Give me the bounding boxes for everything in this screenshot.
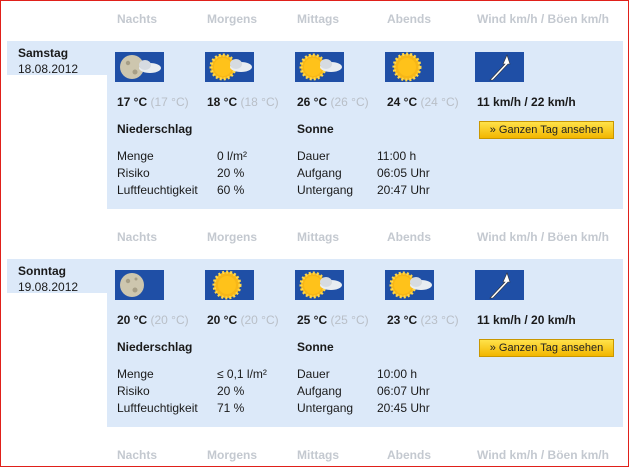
temp-mittags: 25 °C (25 °C): [297, 313, 369, 327]
sun-cloud-icon: [295, 52, 344, 82]
header-wind: Wind km/h / Böen km/h: [477, 448, 609, 462]
full-day-button[interactable]: » Ganzen Tag ansehen: [479, 339, 614, 357]
header-wind: Wind km/h / Böen km/h: [477, 12, 609, 26]
sun-label: Dauer: [297, 367, 330, 381]
temp-abends: 23 °C (23 °C): [387, 313, 459, 327]
header-mittags: Mittags: [297, 448, 339, 462]
sun-value: 06:05 Uhr: [377, 166, 430, 180]
full-day-button[interactable]: » Ganzen Tag ansehen: [479, 121, 614, 139]
precip-label: Luftfeuchtigkeit: [117, 401, 198, 415]
sun-icon: [385, 52, 434, 82]
header-morgens: Morgens: [207, 230, 258, 244]
temp-morgens: 18 °C (18 °C): [207, 95, 279, 109]
precip-label: Luftfeuchtigkeit: [117, 183, 198, 197]
precip-label: Risiko: [117, 166, 150, 180]
day-name: Samstag: [18, 46, 69, 60]
precip-label: Risiko: [117, 384, 150, 398]
precip-value: 20 %: [217, 384, 245, 398]
sun-title: Sonne: [297, 340, 334, 354]
temp-nachts: 17 °C (17 °C): [117, 95, 189, 109]
precip-label: Menge: [117, 149, 154, 163]
sun-value: 11:00 h: [377, 149, 417, 163]
wind-direction-arrow-icon: [475, 52, 524, 82]
sun-value: 10:00 h: [377, 367, 418, 381]
header-abends: Abends: [387, 12, 432, 26]
header-morgens: Morgens: [207, 448, 258, 462]
sun-cloud-icon: [385, 270, 434, 300]
day-date: 18.08.2012: [18, 62, 79, 76]
sun-value: 06:07 Uhr: [377, 384, 430, 398]
sun-label: Untergang: [297, 183, 354, 197]
header-abends: Abends: [387, 448, 432, 462]
day-label-sonntag: Sonntag 19.08.2012: [7, 259, 107, 294]
day-label-samstag: Samstag 18.08.2012: [7, 41, 107, 76]
header-nachts: Nachts: [117, 448, 158, 462]
header-nachts: Nachts: [117, 12, 158, 26]
wind-speed: 11 km/h / 22 km/h: [477, 95, 576, 109]
day-name: Sonntag: [18, 264, 66, 278]
sun-title: Sonne: [297, 122, 334, 136]
precip-value: 0 l/m²: [217, 149, 247, 163]
header-morgens: Morgens: [207, 12, 258, 26]
precip-label: Menge: [117, 367, 154, 381]
temp-mittags: 26 °C (26 °C): [297, 95, 369, 109]
header-wind: Wind km/h / Böen km/h: [477, 230, 609, 244]
temp-abends: 24 °C (24 °C): [387, 95, 459, 109]
sun-value: 20:47 Uhr: [377, 183, 430, 197]
day-date: 19.08.2012: [18, 280, 79, 294]
sun-value: 20:45 Uhr: [377, 401, 430, 415]
moon-icon: [115, 270, 164, 300]
temp-nachts: 20 °C (20 °C): [117, 313, 189, 327]
sun-cloud-icon: [295, 270, 344, 300]
sun-cloud-icon: [205, 52, 254, 82]
precip-title: Niederschlag: [117, 340, 193, 354]
precip-value: 60 %: [217, 183, 245, 197]
precip-title: Niederschlag: [117, 122, 193, 136]
precip-value: 20 %: [217, 166, 245, 180]
header-abends: Abends: [387, 230, 432, 244]
wind-direction-arrow-icon: [475, 270, 524, 300]
header-nachts: Nachts: [117, 230, 158, 244]
sun-label: Aufgang: [297, 166, 342, 180]
sun-label: Untergang: [297, 401, 354, 415]
sun-icon: [205, 270, 254, 300]
moon-cloud-icon: [115, 52, 164, 82]
sun-label: Dauer: [297, 149, 330, 163]
wind-speed: 11 km/h / 20 km/h: [477, 313, 576, 327]
precip-value: 71 %: [217, 401, 245, 415]
header-mittags: Mittags: [297, 230, 339, 244]
precip-value: ≤ 0,1 l/m²: [217, 367, 267, 381]
header-mittags: Mittags: [297, 12, 339, 26]
sun-label: Aufgang: [297, 384, 342, 398]
temp-morgens: 20 °C (20 °C): [207, 313, 279, 327]
